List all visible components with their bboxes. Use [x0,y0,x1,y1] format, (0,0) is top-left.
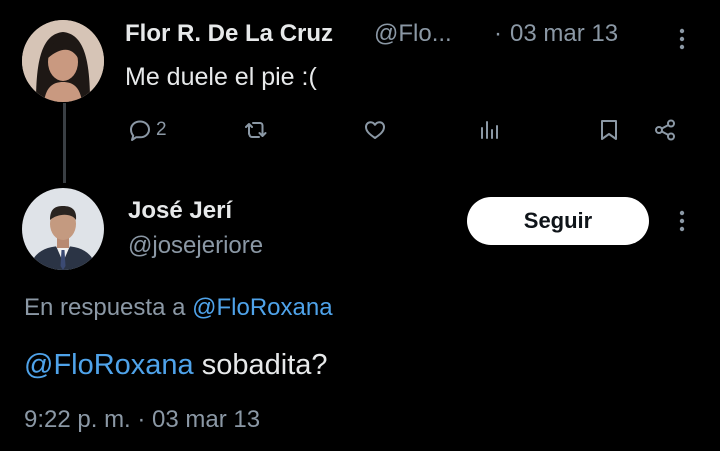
retweet-button[interactable] [244,118,268,142]
thread-line [63,103,66,183]
share-button[interactable] [653,118,677,142]
follow-button[interactable]: Seguir [467,197,649,245]
original-tweet-date[interactable]: 03 mar 13 [510,20,618,48]
reply-count: 2 [156,119,167,140]
original-tweet-text: Me duele el pie :( [125,63,317,91]
more-button-reply[interactable] [672,206,692,236]
more-icon [679,210,685,232]
reply-context-mention[interactable]: @FloRoxana [192,294,332,321]
reply-context: En respuesta a @FloRoxana [24,294,333,322]
reply-context-prefix: En respuesta a [24,294,186,321]
original-author-handle[interactable]: @Flo... [374,20,452,48]
reply-icon [130,120,150,141]
more-icon [679,28,685,50]
views-button[interactable] [478,118,502,142]
date-separator: · [494,20,502,47]
avatar-flor[interactable] [22,20,104,102]
share-icon [655,119,675,141]
views-icon [481,121,498,139]
like-button[interactable] [363,118,387,142]
retweet-icon [245,122,267,138]
reply-author-handle[interactable]: @josejeriore [128,232,263,260]
avatar-jose[interactable] [22,188,104,270]
reply-author-name[interactable]: José Jerí [128,197,232,225]
reply-tweet-text: @FloRoxana sobadita? [24,349,328,382]
bookmark-button[interactable] [597,118,621,142]
reply-text-body: sobadita? [193,349,328,381]
like-icon [365,121,385,139]
reply-button[interactable]: 2 [128,118,167,142]
bookmark-icon [601,120,617,140]
reply-timestamp[interactable]: 9:22 p. m. · 03 mar 13 [24,406,260,434]
more-button-original[interactable] [672,24,692,54]
mention-link[interactable]: @FloRoxana [24,349,194,381]
original-author-name[interactable]: Flor R. De La Cruz [125,20,333,48]
